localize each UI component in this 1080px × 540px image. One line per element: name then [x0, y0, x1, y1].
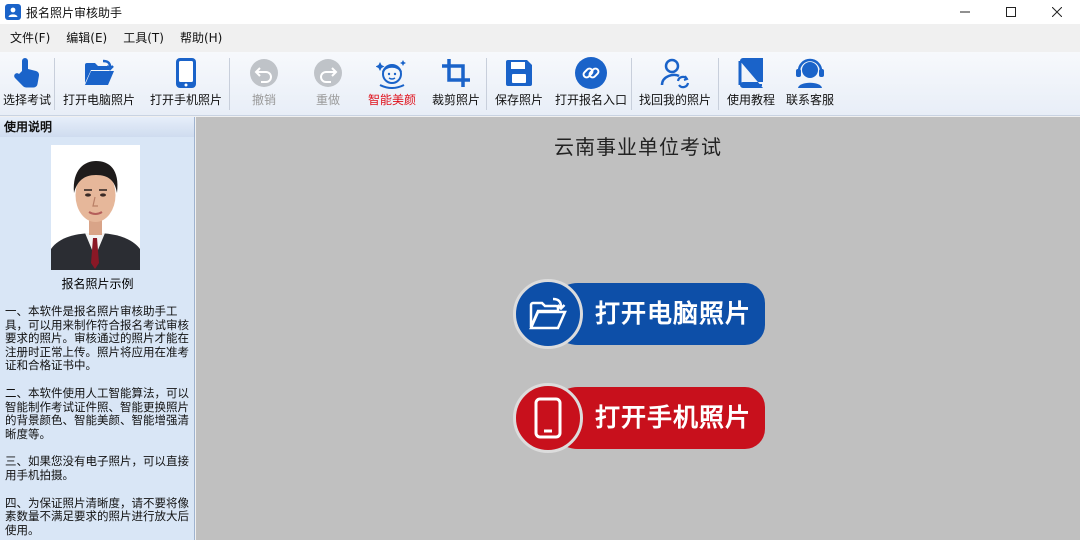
link-icon — [573, 56, 609, 90]
folder-open-icon — [513, 279, 583, 349]
undo-label: 撤销 — [251, 93, 276, 107]
folder-open-icon — [81, 56, 117, 90]
find-photo-button[interactable]: 找回我的照片 — [632, 52, 718, 112]
menu-edit[interactable]: 编辑(E) — [58, 24, 115, 52]
save-photo-button[interactable]: 保存照片 — [487, 52, 551, 112]
menu-help[interactable]: 帮助(H) — [172, 24, 230, 52]
close-button[interactable] — [1034, 0, 1080, 24]
open-phone-photo-label: 打开手机照片 — [149, 93, 222, 107]
instructions-panel: 使用说明 报名照片示例 一、本软件是报名照片审核助手工具，可以用来制作符合报名考… — [0, 117, 195, 540]
instruction-paragraph: 四、为保证照片清晰度，请不要将像素数量不满足要求的照片进行放大后使用。 — [5, 495, 189, 537]
crop-button[interactable]: 裁剪照片 — [426, 52, 486, 112]
redo-icon — [310, 56, 346, 90]
pointer-hand-icon — [9, 56, 45, 90]
open-entry-button[interactable]: 打开报名入口 — [551, 52, 631, 112]
main-canvas: 云南事业单位考试 打开电脑照片 打开手机照片 — [196, 117, 1080, 540]
sample-id-photo — [51, 145, 140, 270]
open-pc-photo-label: 打开电脑照片 — [62, 93, 135, 107]
beauty-label: 智能美颜 — [367, 93, 416, 107]
menu-tools[interactable]: 工具(T) — [115, 24, 172, 52]
window-title: 报名照片审核助手 — [26, 5, 123, 20]
tutorial-button[interactable]: 使用教程 — [719, 52, 783, 112]
select-exam-label: 选择考试 — [2, 93, 51, 107]
exam-title: 云南事业单位考试 — [554, 135, 722, 159]
crop-label: 裁剪照片 — [431, 93, 480, 107]
title-bar: 报名照片审核助手 — [0, 0, 1080, 24]
sample-caption: 报名照片示例 — [61, 277, 134, 291]
open-phone-photo-big-button[interactable]: 打开手机照片 — [513, 383, 765, 453]
menu-file[interactable]: 文件(F) — [2, 24, 58, 52]
minimize-button[interactable] — [942, 0, 988, 24]
toolbar: 选择考试 打开电脑照片 打开手机照片 撤销 重做 智能美颜 裁剪照片 保存照片 … — [0, 52, 1080, 116]
beauty-button[interactable]: 智能美颜 — [358, 52, 426, 112]
user-refresh-icon — [657, 56, 693, 90]
open-phone-photo-big-label: 打开手机照片 — [595, 403, 752, 432]
select-exam-button[interactable]: 选择考试 — [0, 52, 54, 112]
open-entry-label: 打开报名入口 — [554, 93, 627, 107]
save-disk-icon — [501, 56, 537, 90]
support-button[interactable]: 联系客服 — [783, 52, 837, 112]
find-photo-label: 找回我的照片 — [638, 93, 711, 107]
phone-icon — [168, 56, 204, 90]
instructions-text: 一、本软件是报名照片审核助手工具，可以用来制作符合报名考试审核要求的照片。审核通… — [5, 304, 189, 540]
menu-bar: 文件(F) 编辑(E) 工具(T) 帮助(H) — [0, 24, 1080, 52]
instruction-paragraph: 三、如果您没有电子照片，可以直接用手机拍摄。 — [5, 454, 189, 482]
tutorial-label: 使用教程 — [726, 93, 775, 107]
open-pc-photo-big-button[interactable]: 打开电脑照片 — [513, 279, 765, 349]
instructions-header: 使用说明 — [0, 117, 194, 137]
support-label: 联系客服 — [785, 93, 834, 107]
maximize-button[interactable] — [988, 0, 1034, 24]
customer-service-icon — [792, 56, 828, 90]
crop-icon — [438, 56, 474, 90]
open-pc-photo-button[interactable]: 打开电脑照片 — [55, 52, 143, 112]
undo-button[interactable]: 撤销 — [230, 52, 298, 112]
instruction-paragraph: 二、本软件使用人工智能算法，可以智能制作考试证件照、智能更换照片的背景颜色、智能… — [5, 385, 189, 441]
save-photo-label: 保存照片 — [494, 93, 543, 107]
redo-label: 重做 — [315, 93, 340, 107]
undo-icon — [246, 56, 282, 90]
face-beauty-icon — [374, 56, 410, 90]
redo-button[interactable]: 重做 — [298, 52, 358, 112]
phone-icon — [513, 383, 583, 453]
book-icon — [733, 56, 769, 90]
open-phone-photo-button[interactable]: 打开手机照片 — [143, 52, 229, 112]
app-icon — [5, 4, 21, 20]
instruction-paragraph: 一、本软件是报名照片审核助手工具，可以用来制作符合报名考试审核要求的照片。审核通… — [5, 304, 189, 373]
open-pc-photo-big-label: 打开电脑照片 — [595, 299, 752, 328]
